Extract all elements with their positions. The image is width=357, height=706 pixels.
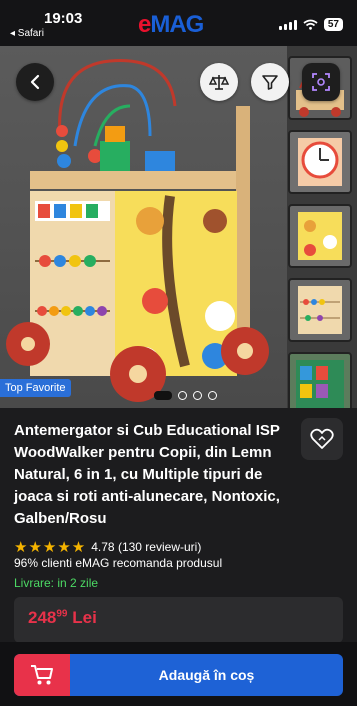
- recommendation-text: 96% clienti eMAG recomanda produsul: [14, 556, 223, 570]
- filter-button[interactable]: [251, 63, 289, 101]
- visual-search-button[interactable]: [302, 63, 340, 101]
- top-favorite-badge: Top Favorite: [0, 379, 71, 397]
- visual-search-icon: [312, 73, 330, 91]
- add-to-cart-label[interactable]: Adaugă în coș: [70, 654, 343, 696]
- price-box: 24899 Lei: [14, 597, 343, 643]
- thumbnail-item[interactable]: [288, 204, 352, 268]
- product-gallery[interactable]: Top Favorite: [0, 46, 357, 408]
- thumbnail-item[interactable]: [288, 278, 352, 342]
- heart-icon: [310, 428, 334, 449]
- emag-logo[interactable]: eMAG: [138, 11, 204, 39]
- gallery-pagination[interactable]: [154, 391, 217, 400]
- thumbnail-item[interactable]: [288, 130, 352, 194]
- filter-icon: [262, 75, 278, 90]
- pagination-dot[interactable]: [208, 391, 217, 400]
- cart-icon: [31, 665, 53, 685]
- rating-value: 4.78: [91, 540, 115, 554]
- pagination-dot[interactable]: [193, 391, 202, 400]
- delivery-info: Livrare: in 2 zile: [14, 576, 99, 590]
- pagination-dot[interactable]: [178, 391, 187, 400]
- review-count[interactable]: (130 review-uri): [118, 540, 201, 554]
- wifi-icon: [303, 19, 318, 30]
- product-info: Antemergator si Cub Educational ISP Wood…: [0, 408, 357, 706]
- product-main-image[interactable]: [0, 46, 287, 408]
- status-time: 19:03: [44, 10, 83, 27]
- walker-illustration: [6, 59, 269, 402]
- thumbnail-strip[interactable]: [288, 56, 352, 408]
- rating-row[interactable]: ★★★★★ 4.78 (130 review-uri): [14, 538, 201, 556]
- cart-icon-box[interactable]: [14, 654, 70, 696]
- cellular-signal-icon: [278, 19, 297, 30]
- thumbnail-item[interactable]: [288, 352, 352, 408]
- battery-indicator: 57: [323, 18, 343, 31]
- rating-stars: ★★★★★: [14, 539, 87, 556]
- add-to-favorites-button[interactable]: [301, 418, 343, 460]
- cart-bar: Adaugă în coș: [0, 642, 357, 706]
- back-arrow-icon: [30, 74, 40, 90]
- back-to-safari-link[interactable]: ◂ Safari: [10, 28, 44, 39]
- add-to-cart-button[interactable]: Adaugă în coș: [14, 654, 343, 696]
- product-title: Antemergator si Cub Educational ISP Wood…: [14, 422, 280, 527]
- compare-button[interactable]: [200, 63, 238, 101]
- status-icons: 57: [278, 18, 343, 31]
- back-button[interactable]: [16, 63, 54, 101]
- compare-icon: [209, 75, 229, 90]
- pagination-dot[interactable]: [154, 391, 172, 400]
- status-bar: 19:03 ◂ Safari eMAG 57: [0, 0, 357, 46]
- product-price: 24899 Lei: [28, 608, 97, 627]
